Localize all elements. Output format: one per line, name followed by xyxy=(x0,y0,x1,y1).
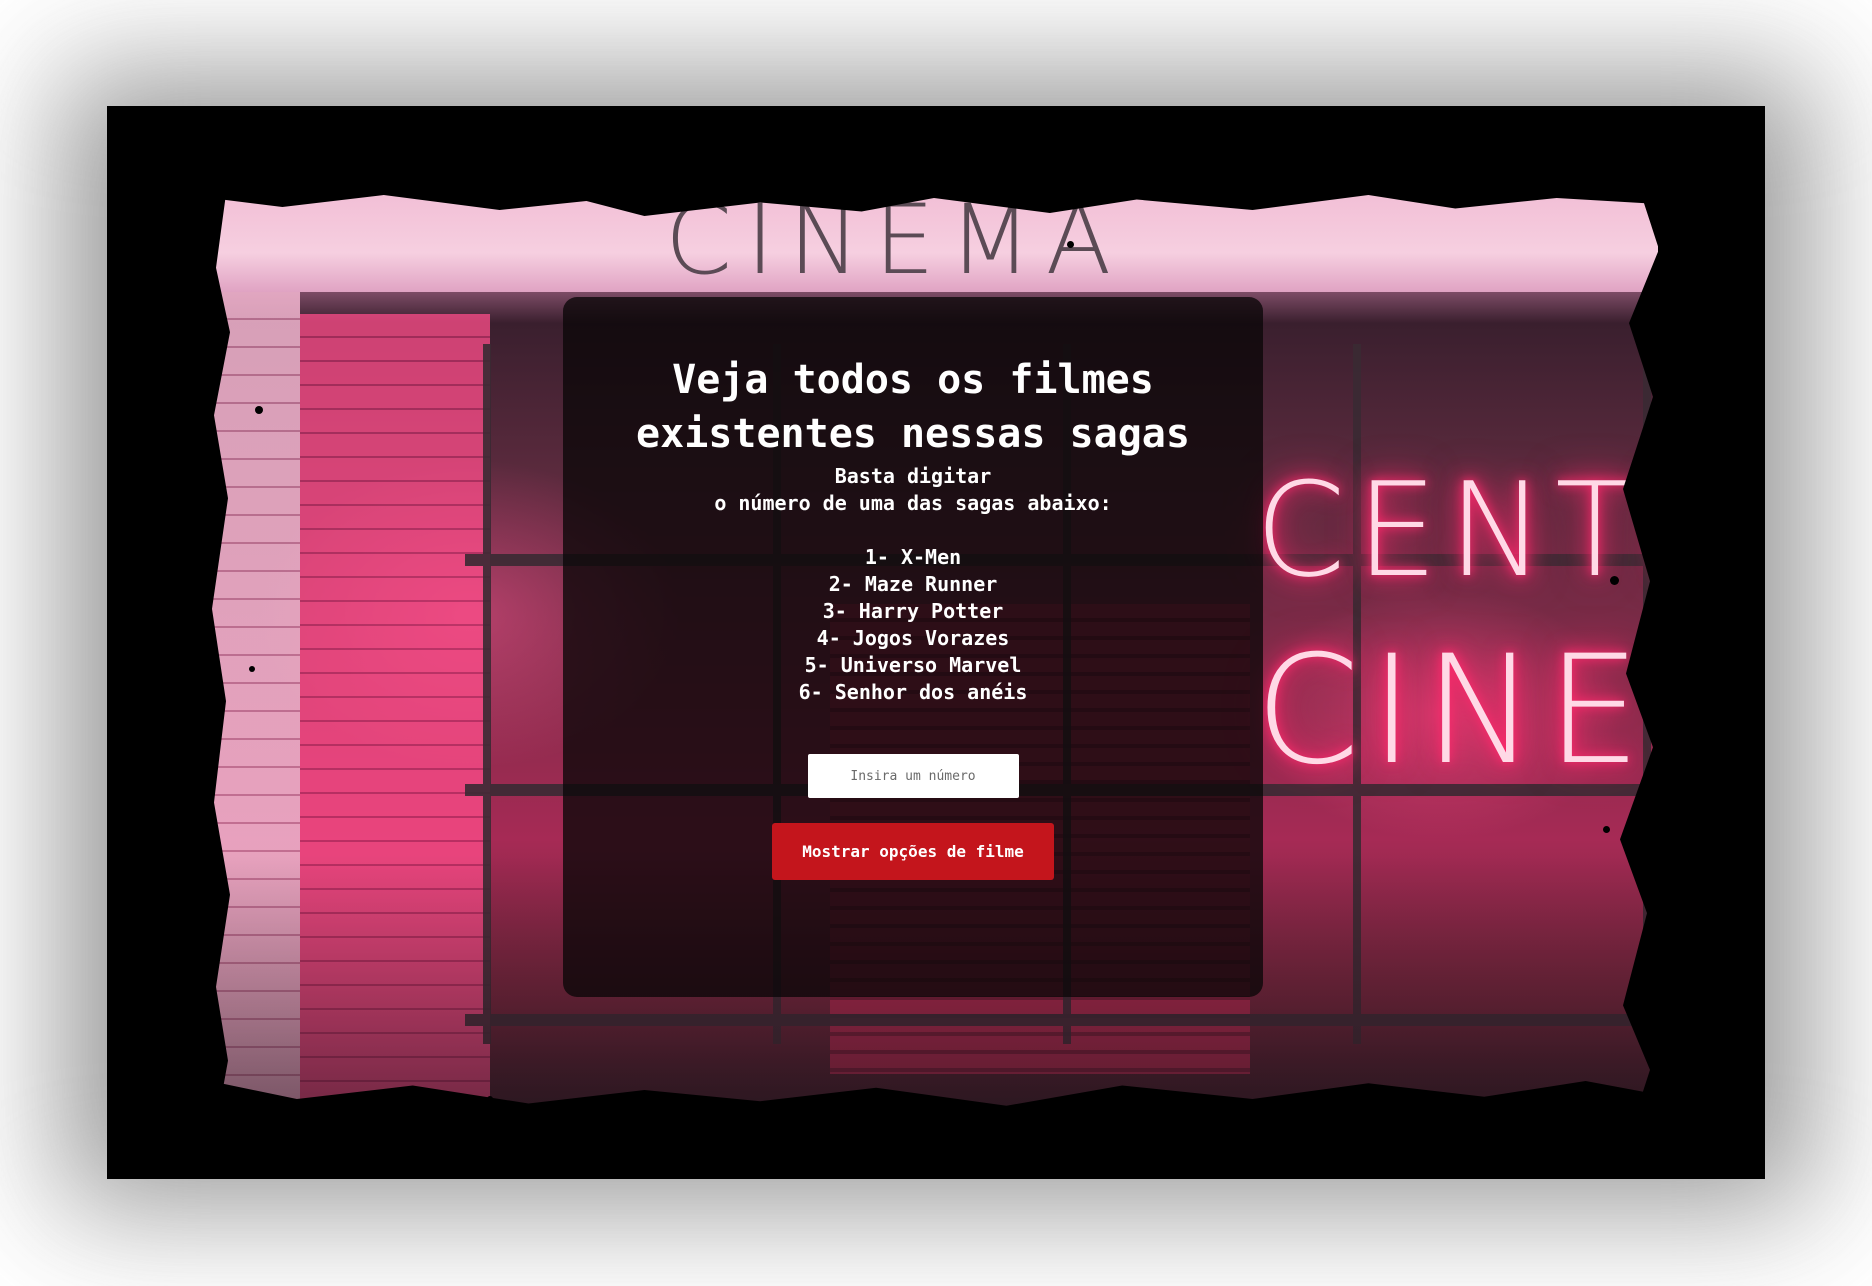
page: CINEMA CENTR CINE Veja todos os filmes e… xyxy=(0,0,1872,1286)
saga-item-jogos-vorazes: 4- Jogos Vorazes xyxy=(816,626,1010,650)
ink-speck xyxy=(487,1096,493,1102)
neon-sign-line-2: CINE xyxy=(1255,624,1651,798)
page-title: Veja todos os filmes existentes nessas s… xyxy=(563,353,1263,461)
instructions-line-1: Basta digitar xyxy=(834,464,992,488)
ink-speck xyxy=(1610,576,1619,585)
saga-number-input[interactable] xyxy=(807,754,1019,798)
instructions: Basta digitar o número de uma das sagas … xyxy=(563,463,1263,517)
title-line-2: existentes nessas sagas xyxy=(636,411,1190,457)
saga-list: 1- X-Men 2- Maze Runner 3- Harry Potter … xyxy=(563,544,1263,706)
ink-speck xyxy=(1067,241,1074,248)
saga-item-harry-potter: 3- Harry Potter xyxy=(822,599,1004,623)
saga-item-universo-marvel: 5- Universo Marvel xyxy=(804,653,1022,677)
saga-item-maze-runner: 2- Maze Runner xyxy=(828,572,998,596)
instructions-line-2: o número de uma das sagas abaixo: xyxy=(714,491,1112,515)
saga-item-x-men: 1- X-Men xyxy=(864,545,962,569)
ink-speck xyxy=(1603,826,1610,833)
ink-speck xyxy=(249,666,255,672)
show-movie-options-button[interactable]: Mostrar opções de filme xyxy=(772,823,1054,880)
saga-selection-panel: Veja todos os filmes existentes nessas s… xyxy=(563,297,1263,997)
cinema-marquee: CINEMA xyxy=(210,194,1658,296)
neon-sign-line-1: CENTR xyxy=(1255,454,1658,606)
saga-item-senhor-dos-aneis: 6- Senhor dos anéis xyxy=(798,680,1028,704)
ink-speck xyxy=(255,406,263,414)
title-line-1: Veja todos os filmes xyxy=(672,357,1154,403)
